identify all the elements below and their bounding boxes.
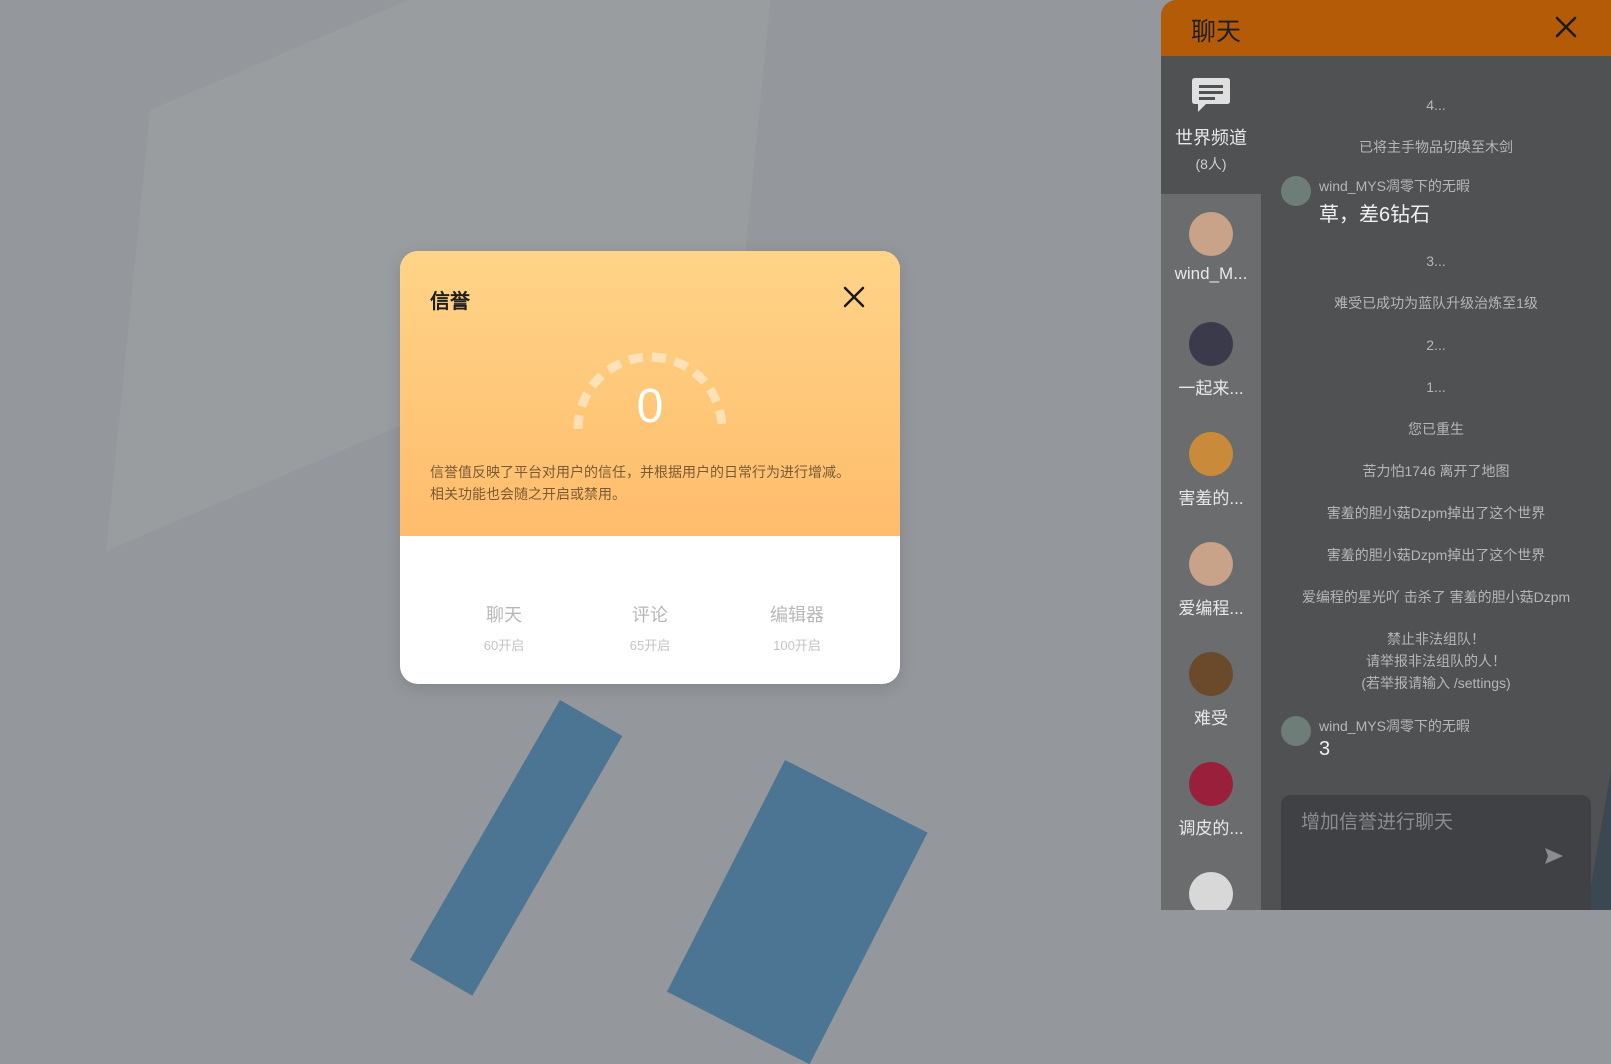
user-item[interactable]: 一起来...: [1161, 304, 1261, 414]
system-message: 4...: [1426, 97, 1446, 113]
avatar: [1281, 176, 1311, 206]
credit-description: 信誉值反映了平台对用户的信任，并根据用户的日常行为进行增减。相关功能也会随之开启…: [430, 464, 850, 502]
avatar: [1189, 652, 1233, 696]
credit-score: 0: [636, 380, 664, 433]
chat-sidebar: 世界频道 (8人) wind_M... 一起来... 害羞的... 爱编程...…: [1161, 56, 1261, 910]
avatar: [1189, 542, 1233, 586]
system-message: 害羞的胆小菇Dzpm掉出了这个世界: [1326, 547, 1546, 563]
system-message: 难受已成功为蓝队升级治炼至1级: [1334, 295, 1538, 311]
system-message: 2...: [1426, 337, 1446, 353]
message-list: 4... 已将主手物品切换至木剑 wind_MYS凋零下的无暇 草，差6钻石 3…: [1261, 56, 1611, 910]
system-message: 1...: [1426, 379, 1446, 395]
avatar: [1189, 762, 1233, 806]
avatar: [1189, 322, 1233, 366]
channel-count: (8人): [1195, 156, 1227, 172]
send-icon[interactable]: [1543, 845, 1565, 867]
system-message: 爱编程的星光吖 击杀了 害羞的胆小菇Dzpm: [1301, 589, 1571, 605]
credit-modal: 信誉 0 信誉值反映了平台对用户的信任，并根据用户的日常行为进行增减。相关功能也…: [400, 251, 900, 684]
channel-world[interactable]: 世界频道 (8人): [1161, 56, 1261, 194]
message-username: wind_MYS凋零下的无暇: [1319, 178, 1470, 194]
user-item[interactable]: 难受: [1161, 634, 1261, 744]
system-message: 3...: [1426, 253, 1446, 269]
feature-chat: 聊天 60开启: [444, 601, 564, 654]
chat-title: 聊天: [1191, 18, 1242, 46]
avatar: [1189, 872, 1233, 910]
feature-comment: 评论 65开启: [590, 601, 710, 654]
message-username: wind_MYS凋零下的无暇: [1319, 718, 1470, 734]
user-item[interactable]: 害羞的...: [1161, 414, 1261, 524]
user-item[interactable]: wind_M...: [1161, 194, 1261, 304]
user-name: wind_M...: [1174, 264, 1248, 283]
feature-name: 编辑器: [770, 605, 824, 625]
chat-input[interactable]: [1299, 807, 1543, 839]
close-icon[interactable]: [840, 283, 868, 311]
chat-header: 聊天: [1161, 0, 1611, 56]
system-message: 您已重生: [1408, 421, 1464, 437]
user-name: 调皮的...: [1178, 819, 1244, 838]
user-item[interactable]: [1161, 854, 1261, 910]
user-name: 一起来...: [1178, 379, 1244, 398]
avatar: [1281, 716, 1311, 746]
avatar: [1189, 432, 1233, 476]
feature-name: 聊天: [486, 605, 522, 625]
message-text: 草，差6钻石: [1319, 204, 1431, 226]
chat-input-box: [1281, 795, 1591, 910]
system-message: 苦力怕1746 离开了地图: [1362, 463, 1510, 479]
system-message: 禁止非法组队！: [1387, 631, 1485, 647]
feature-name: 评论: [632, 605, 668, 625]
chat-panel: 聊天 世界频道 (8人) wind_M... 一起来... 害羞的... 爱编程…: [1161, 0, 1611, 910]
user-item[interactable]: 爱编程...: [1161, 524, 1261, 634]
credit-gauge: 0: [568, 337, 732, 437]
close-icon[interactable]: [1551, 12, 1581, 42]
user-name: 难受: [1194, 709, 1228, 728]
background-stripe: [666, 760, 928, 1064]
message-text: 3: [1319, 738, 1331, 760]
user-name: 害羞的...: [1178, 489, 1244, 508]
user-item[interactable]: 调皮的...: [1161, 744, 1261, 854]
credit-modal-title: 信誉: [430, 291, 470, 313]
chat-bubble-icon: [1192, 78, 1230, 112]
user-name: 爱编程...: [1178, 599, 1244, 618]
system-message: 请举报非法组队的人！: [1366, 653, 1506, 669]
feature-requirement: 65开启: [629, 638, 671, 653]
system-message: 害羞的胆小菇Dzpm掉出了这个世界: [1326, 505, 1546, 521]
avatar: [1189, 212, 1233, 256]
system-message: 已将主手物品切换至木剑: [1359, 139, 1513, 155]
feature-requirement: 60开启: [483, 638, 525, 653]
system-message: (若举报请输入 /settings): [1361, 675, 1511, 691]
channel-name: 世界频道: [1175, 128, 1247, 148]
background-stripe: [410, 700, 623, 996]
feature-editor: 编辑器 100开启: [737, 601, 857, 654]
feature-requirement: 100开启: [773, 638, 821, 653]
